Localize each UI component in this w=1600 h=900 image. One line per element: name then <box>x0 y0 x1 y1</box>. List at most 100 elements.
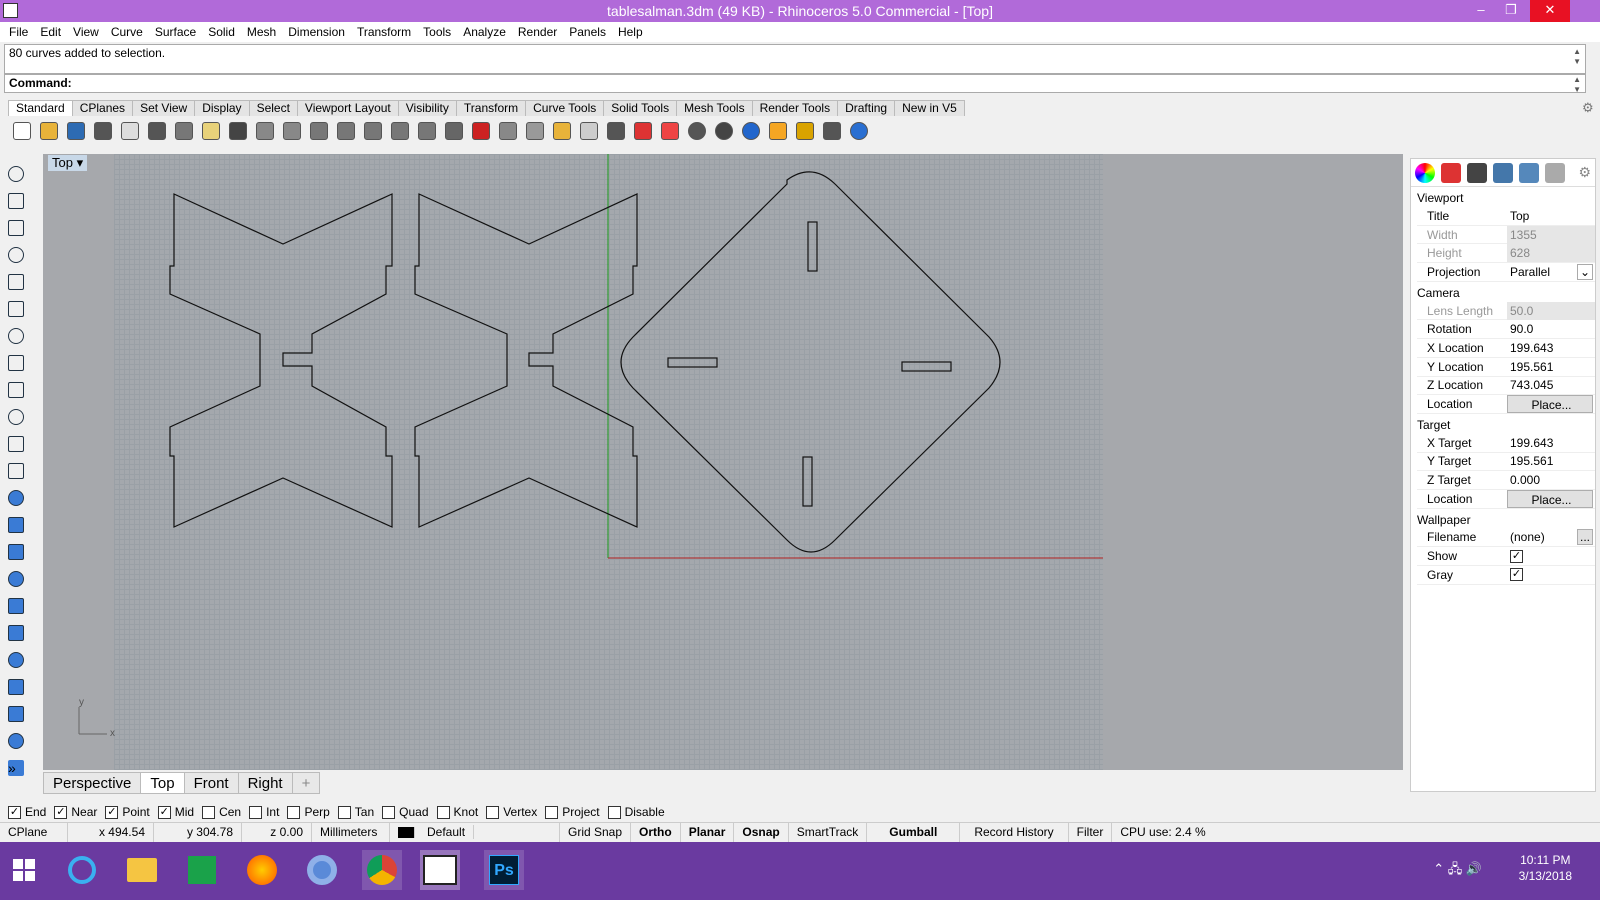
property-value-y-target[interactable]: 195.561 <box>1507 452 1595 470</box>
left-arc-icon[interactable] <box>2 295 30 322</box>
osnap-near-checkbox[interactable]: ✓ <box>54 805 68 819</box>
layer-icon[interactable] <box>629 118 656 144</box>
layer-selector[interactable]: Default <box>390 823 560 842</box>
circle-icon[interactable] <box>521 118 548 144</box>
top-viewport[interactable]: Top ▾ y x <box>43 154 1403 770</box>
tray-icons[interactable]: ⌃ 🖧 🔊 <box>1433 860 1482 882</box>
left-ellipse-icon[interactable] <box>2 376 30 403</box>
menu-help[interactable]: Help <box>612 22 649 42</box>
osnap-vertex-checkbox[interactable] <box>486 805 500 819</box>
osnap-point[interactable]: ✓ Point <box>105 805 150 819</box>
material-icon[interactable] <box>1441 162 1461 183</box>
menu-analyze[interactable]: Analyze <box>457 22 512 42</box>
left-polyline-icon[interactable] <box>2 214 30 241</box>
left-rectangle-icon[interactable] <box>2 349 30 376</box>
menu-edit[interactable]: Edit <box>34 22 67 42</box>
smarttrack-toggle[interactable]: SmartTrack <box>789 823 868 842</box>
osnap-tan-checkbox[interactable] <box>337 805 351 819</box>
toolbar-tab-viewport-layout[interactable]: Viewport Layout <box>296 100 399 116</box>
open-file-icon[interactable] <box>35 118 62 144</box>
osnap-mid-checkbox[interactable]: ✓ <box>157 805 171 819</box>
menu-panels[interactable]: Panels <box>563 22 612 42</box>
filter-toggle[interactable]: Filter <box>1069 823 1113 842</box>
left-more-icon[interactable]: » <box>2 754 30 781</box>
file-explorer-icon[interactable] <box>122 850 162 890</box>
object-icon[interactable] <box>1519 162 1539 183</box>
left-gear-icon[interactable] <box>2 592 30 619</box>
left-extrude-icon[interactable] <box>2 457 30 484</box>
viewport-dropdown-icon[interactable]: ▾ <box>77 155 84 170</box>
filter-icon[interactable] <box>764 118 791 144</box>
rotate-view-icon[interactable] <box>278 118 305 144</box>
zoom-dynamic-icon[interactable] <box>305 118 332 144</box>
property-value-show[interactable]: ✓ <box>1507 547 1595 565</box>
osnap-quad[interactable]: Quad <box>382 805 429 819</box>
property-value-z-target[interactable]: 0.000 <box>1507 471 1595 489</box>
left-select-icon[interactable] <box>2 160 30 187</box>
property-value-x-target[interactable]: 199.643 <box>1507 434 1595 452</box>
osnap-knot[interactable]: Knot <box>436 805 478 819</box>
osnap-cen[interactable]: Cen <box>202 805 241 819</box>
osnap-int[interactable]: Int <box>249 805 279 819</box>
rhino-taskbar-icon[interactable] <box>420 850 460 890</box>
drafting-icon[interactable] <box>494 118 521 144</box>
display-icon[interactable] <box>1467 162 1487 183</box>
print-icon[interactable] <box>89 118 116 144</box>
internet-explorer-icon[interactable] <box>62 850 102 890</box>
system-clock[interactable]: 10:11 PM 3/13/2018 <box>1519 852 1572 884</box>
menu-transform[interactable]: Transform <box>351 22 417 42</box>
toolbar-tab-visibility[interactable]: Visibility <box>397 100 457 116</box>
gray-checkbox[interactable]: ✓ <box>1510 568 1523 582</box>
render-preview-icon[interactable] <box>737 118 764 144</box>
material-icon[interactable] <box>683 118 710 144</box>
osnap-tan[interactable]: Tan <box>337 805 374 819</box>
viewport-layout-icon[interactable] <box>440 118 467 144</box>
toolbar-settings-icon[interactable]: ⚙ <box>1582 100 1594 116</box>
osnap-disable-checkbox[interactable] <box>607 805 621 819</box>
browse-filename-button[interactable]: ... <box>1577 529 1593 546</box>
cplane-label[interactable]: CPlane <box>0 823 68 842</box>
left-mesh-icon[interactable] <box>2 565 30 592</box>
render-icon[interactable] <box>710 118 737 144</box>
close-button[interactable]: ✕ <box>1530 0 1570 22</box>
windows-start-icon[interactable] <box>4 850 44 890</box>
menu-render[interactable]: Render <box>512 22 563 42</box>
menu-tools[interactable]: Tools <box>417 22 457 42</box>
store-icon[interactable] <box>182 850 222 890</box>
property-value-title[interactable]: Top <box>1507 207 1595 225</box>
left-render-icon[interactable] <box>2 700 30 727</box>
chromium-icon[interactable] <box>302 850 342 890</box>
left-analysis-icon[interactable] <box>2 673 30 700</box>
osnap-end[interactable]: ✓ End <box>8 805 46 819</box>
new-file-icon[interactable] <box>8 118 35 144</box>
undo-icon[interactable] <box>224 118 251 144</box>
import-icon[interactable] <box>116 118 143 144</box>
osnap-knot-checkbox[interactable] <box>436 805 450 819</box>
property-value-rotation[interactable]: 90.0 <box>1507 320 1595 338</box>
osnap-perp-checkbox[interactable] <box>287 805 301 819</box>
photoshop-icon[interactable]: Ps <box>484 850 524 890</box>
osnap-toggle[interactable]: Osnap <box>734 823 789 842</box>
tab-right[interactable]: Right <box>237 772 293 794</box>
toolbar-tab-mesh-tools[interactable]: Mesh Tools <box>676 100 753 116</box>
camera-icon[interactable] <box>1493 162 1513 183</box>
left-circle-icon[interactable] <box>2 268 30 295</box>
osnap-project[interactable]: Project <box>545 805 600 819</box>
property-value-x-location[interactable]: 199.643 <box>1507 339 1595 357</box>
gear-icon[interactable] <box>791 118 818 144</box>
menu-surface[interactable]: Surface <box>149 22 202 42</box>
copy-icon[interactable] <box>170 118 197 144</box>
property-value-projection[interactable]: Parallel <box>1507 263 1577 281</box>
menu-file[interactable]: File <box>3 22 34 42</box>
menu-solid[interactable]: Solid <box>202 22 241 42</box>
left-sphere-icon[interactable] <box>2 511 30 538</box>
osnap-near[interactable]: ✓ Near <box>54 805 97 819</box>
toolbar-tab-render-tools[interactable]: Render Tools <box>751 100 839 116</box>
save-icon[interactable] <box>62 118 89 144</box>
property-value-y-location[interactable]: 195.561 <box>1507 358 1595 376</box>
property-value-gray[interactable]: ✓ <box>1507 566 1595 584</box>
toolbar-tab-display[interactable]: Display <box>194 100 250 116</box>
paste-icon[interactable] <box>197 118 224 144</box>
toolbar-tab-transform[interactable]: Transform <box>455 100 527 116</box>
left-fillet-icon[interactable] <box>2 403 30 430</box>
